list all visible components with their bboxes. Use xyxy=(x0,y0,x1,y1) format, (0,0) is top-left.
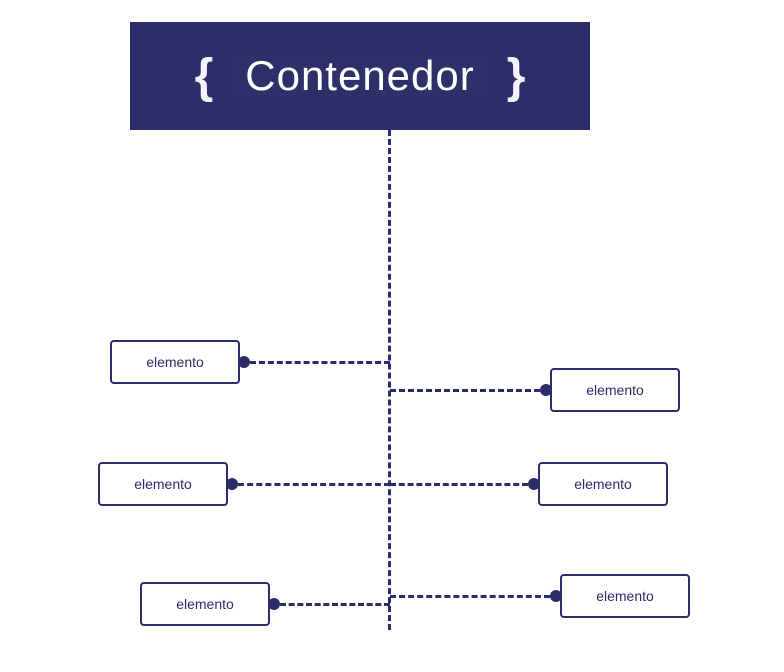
element-right-1: elemento xyxy=(550,368,680,412)
element-label: elemento xyxy=(586,382,644,398)
connector-dot-icon xyxy=(540,384,552,396)
connector-horizontal xyxy=(390,483,528,486)
element-right-3: elemento xyxy=(560,574,690,618)
element-left-2: elemento xyxy=(98,462,228,506)
element-left-1: elemento xyxy=(110,340,240,384)
element-label: elemento xyxy=(176,596,234,612)
element-right-2: elemento xyxy=(538,462,668,506)
diagram-canvas: { Contenedor } elemento elemento element… xyxy=(0,0,784,672)
element-label: elemento xyxy=(134,476,192,492)
container-title: Contenedor xyxy=(227,52,493,100)
brace-open-icon: { xyxy=(181,49,228,104)
connector-horizontal xyxy=(280,603,390,606)
container-node: { Contenedor } xyxy=(130,22,590,130)
connector-dot-icon xyxy=(226,478,238,490)
element-left-3: elemento xyxy=(140,582,270,626)
connector-vertical xyxy=(388,130,391,630)
element-label: elemento xyxy=(596,588,654,604)
connector-dot-icon xyxy=(238,356,250,368)
element-label: elemento xyxy=(146,354,204,370)
connector-horizontal xyxy=(390,389,540,392)
connector-dot-icon xyxy=(550,590,562,602)
brace-close-icon: } xyxy=(493,49,540,104)
connector-horizontal xyxy=(250,361,390,364)
element-label: elemento xyxy=(574,476,632,492)
connector-dot-icon xyxy=(528,478,540,490)
connector-dot-icon xyxy=(268,598,280,610)
connector-horizontal xyxy=(390,595,550,598)
connector-horizontal xyxy=(238,483,390,486)
